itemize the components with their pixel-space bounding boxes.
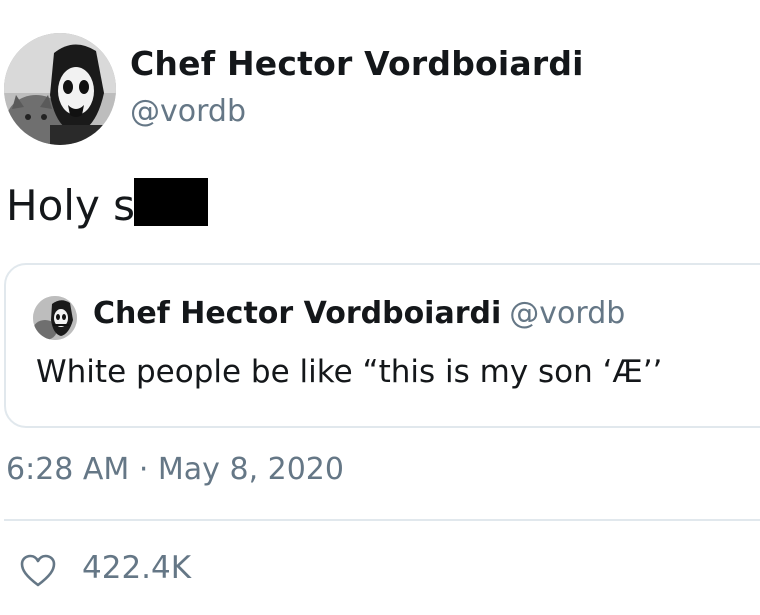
redaction-bar <box>134 178 209 226</box>
quoted-tweet-text: White people be like “this is my son ‘Æ’… <box>36 354 663 390</box>
quoted-tweet-avatar <box>33 296 77 340</box>
display-name[interactable]: Chef Hector Vordboiardi <box>130 44 584 83</box>
quoted-tweet[interactable] <box>4 263 760 428</box>
user-handle[interactable]: @vordb <box>130 94 246 129</box>
like-count: 422.4K <box>82 550 192 586</box>
tweet-card: Chef Hector Vordboiardi @vordb Holy s Ch… <box>0 0 760 615</box>
tweet-text: Holy s <box>6 178 209 232</box>
quoted-display-name: Chef Hector Vordboiardi <box>93 296 502 331</box>
avatar-image <box>33 296 77 340</box>
quoted-user-handle: @vordb <box>509 296 626 331</box>
tweet-text-content: Holy s <box>6 181 136 230</box>
heart-outline-icon[interactable] <box>20 554 56 588</box>
quoted-tweet-header: Chef Hector Vordboiardi @vordb <box>93 296 625 331</box>
avatar-image <box>4 33 116 145</box>
avatar[interactable] <box>4 33 116 145</box>
tweet-timestamp[interactable]: 6:28 AM · May 8, 2020 <box>6 452 344 487</box>
divider <box>4 519 760 521</box>
